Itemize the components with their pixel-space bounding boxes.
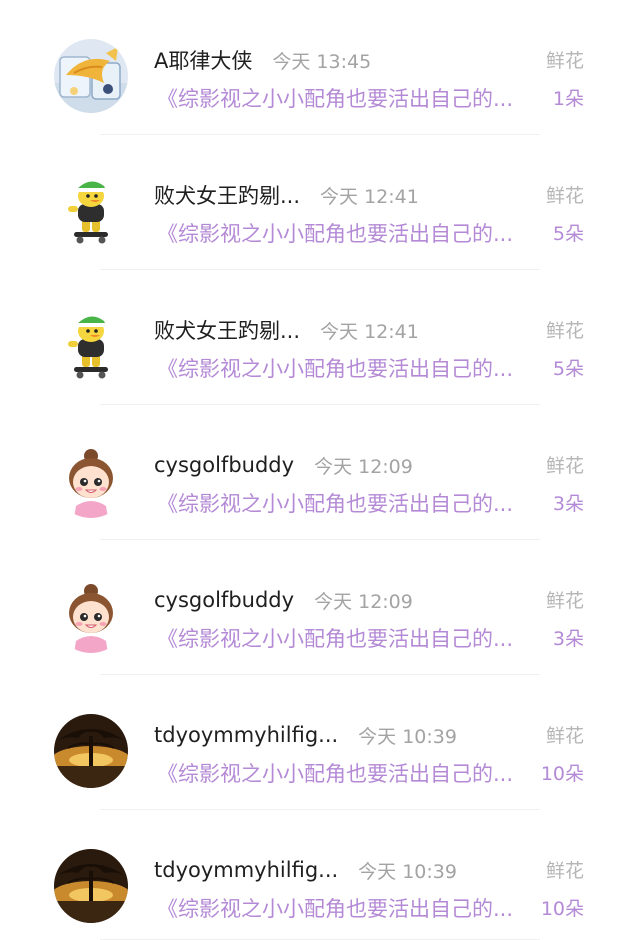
gift-count: 3朵 xyxy=(552,628,584,650)
gift-record-row[interactable]: 败犬女王趵剔... 今天 12:41 鲜花《综影视之小小配角也要活出自己的... 5朵 xyxy=(0,270,640,405)
user-name[interactable]: A耶律大侠 xyxy=(154,45,252,75)
record-header: A耶律大侠 今天 13:45 xyxy=(154,44,371,76)
gift-record-row[interactable]: tdyoymmyhilfig... 今天 10:39 鲜花《综影视之小小配角也要活出… xyxy=(0,810,640,940)
record-time: 今天 12:41 xyxy=(320,185,419,208)
gift-count: 3朵 xyxy=(552,493,584,515)
work-title-link[interactable]: 《综影视之小小配角也要活出自己的... xyxy=(157,219,513,249)
work-title-link[interactable]: 《综影视之小小配角也要活出自己的... xyxy=(157,489,513,519)
gift-record-row[interactable]: cysgolfbuddy 今天 12:09 鲜花《综影视之小小配角也要活出自己的..… xyxy=(0,540,640,675)
record-header: tdyoymmyhilfig... 今天 10:39 xyxy=(154,854,457,886)
record-header: 败犬女王趵剔... 今天 12:41 xyxy=(154,179,419,211)
user-avatar[interactable] xyxy=(54,714,128,788)
record-time: 今天 13:45 xyxy=(272,50,372,73)
gift-count: 5朵 xyxy=(552,358,584,380)
gift-type: 鲜花 xyxy=(545,860,584,882)
record-time: 今天 12:09 xyxy=(314,455,413,478)
user-avatar[interactable] xyxy=(54,444,128,518)
gift-type: 鲜花 xyxy=(545,590,584,612)
record-header: 败犬女王趵剔... 今天 12:41 xyxy=(154,314,419,346)
record-header: tdyoymmyhilfig... 今天 10:39 xyxy=(154,719,457,751)
user-avatar[interactable] xyxy=(54,39,128,113)
gift-type: 鲜花 xyxy=(545,320,584,342)
gift-count: 10朵 xyxy=(540,898,584,920)
gift-record-row[interactable]: tdyoymmyhilfig... 今天 10:39 鲜花《综影视之小小配角也要活出… xyxy=(0,675,640,810)
gift-type: 鲜花 xyxy=(545,725,584,747)
user-name[interactable]: cysgolfbuddy xyxy=(154,453,294,477)
user-avatar[interactable] xyxy=(54,174,128,248)
user-avatar[interactable] xyxy=(54,849,128,923)
gift-type: 鲜花 xyxy=(545,455,584,477)
record-header: cysgolfbuddy 今天 12:09 xyxy=(154,449,413,481)
gift-count: 1朵 xyxy=(552,88,584,110)
gift-record-row[interactable]: A耶律大侠 今天 13:45 鲜花《综影视之小小配角也要活出自己的... 1朵 xyxy=(0,0,640,135)
gift-record-row[interactable]: 败犬女王趵剔... 今天 12:41 鲜花《综影视之小小配角也要活出自己的... 5朵 xyxy=(0,135,640,270)
gift-record-row[interactable]: cysgolfbuddy 今天 12:09 鲜花《综影视之小小配角也要活出自己的..… xyxy=(0,405,640,540)
user-avatar[interactable] xyxy=(54,579,128,653)
record-time: 今天 12:41 xyxy=(320,320,419,343)
user-name[interactable]: tdyoymmyhilfig... xyxy=(154,723,338,747)
work-title-link[interactable]: 《综影视之小小配角也要活出自己的... xyxy=(157,84,513,114)
record-time: 今天 10:39 xyxy=(358,860,457,883)
work-title-link[interactable]: 《综影视之小小配角也要活出自己的... xyxy=(157,759,513,789)
gift-type: 鲜花 xyxy=(545,50,584,72)
record-time: 今天 10:39 xyxy=(358,725,457,748)
user-name[interactable]: 败犬女王趵剔... xyxy=(154,315,300,345)
user-name[interactable]: 败犬女王趵剔... xyxy=(154,180,300,210)
gift-count: 5朵 xyxy=(552,223,584,245)
work-title-link[interactable]: 《综影视之小小配角也要活出自己的... xyxy=(157,894,513,924)
gift-count: 10朵 xyxy=(540,763,584,785)
gift-type: 鲜花 xyxy=(545,185,584,207)
gift-record-list: A耶律大侠 今天 13:45 鲜花 《综影视之小小配角也要活出自己的... 1朵 败犬女… xyxy=(0,0,640,940)
record-header: cysgolfbuddy 今天 12:09 xyxy=(154,584,413,616)
user-name[interactable]: cysgolfbuddy xyxy=(154,588,294,612)
work-title-link[interactable]: 《综影视之小小配角也要活出自己的... xyxy=(157,624,513,654)
user-name[interactable]: tdyoymmyhilfig... xyxy=(154,858,338,882)
work-title-link[interactable]: 《综影视之小小配角也要活出自己的... xyxy=(157,354,513,384)
user-avatar[interactable] xyxy=(54,309,128,383)
record-time: 今天 12:09 xyxy=(314,590,413,613)
